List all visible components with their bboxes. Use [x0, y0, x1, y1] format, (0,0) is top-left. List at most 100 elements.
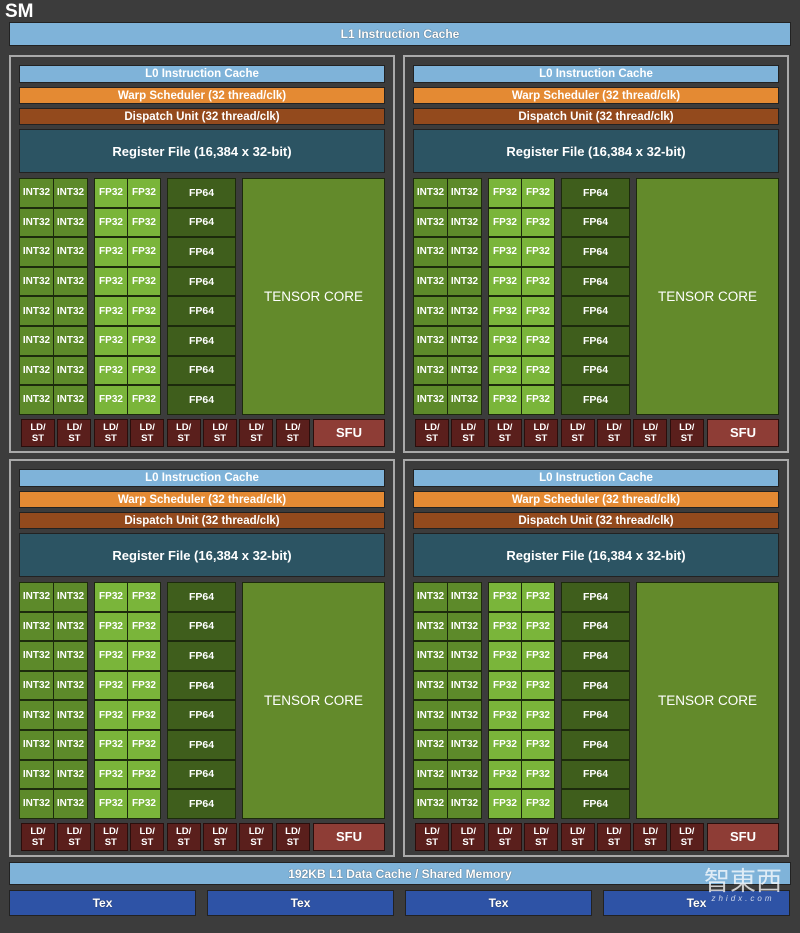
dispatch-unit: Dispatch Unit (32 thread/clk)	[413, 108, 779, 125]
l0-instruction-cache: L0 Instruction Cache	[413, 469, 779, 487]
ld-st-label-line2: ST	[425, 836, 439, 848]
fp32-unit: FP32	[94, 641, 128, 671]
fp64-unit: FP64	[561, 582, 630, 612]
sfu-unit: SFU	[313, 418, 385, 447]
int32-unit: INT32	[447, 611, 482, 642]
ld-st-label-line2: ST	[535, 836, 548, 848]
ld-st-label-line1: LD/	[139, 825, 155, 837]
ld-st-label-line1: LD/	[248, 421, 265, 433]
fp64-unit: FP64	[561, 700, 630, 730]
ld-st-unit: LD/ST	[275, 822, 310, 851]
register-file: Register File (16,384 x 32-bit)	[413, 533, 779, 577]
int32-unit: INT32	[447, 789, 482, 819]
fp64-unit: FP64	[167, 789, 236, 819]
warp-scheduler: Warp Scheduler (32 thread/clk)	[19, 491, 385, 508]
sfu-unit: SFU	[707, 822, 779, 851]
fp32-unit: FP32	[94, 759, 128, 790]
fp64-unit: FP64	[561, 641, 630, 671]
tex-unit: Tex	[207, 890, 394, 916]
fp32-unit: FP32	[94, 355, 128, 386]
ld-st-unit: LD/ST	[166, 822, 201, 851]
ld-st-label-line2: ST	[31, 836, 45, 848]
fp32-unit: FP32	[94, 266, 128, 297]
fp32-unit: FP32	[94, 789, 128, 819]
int32-unit: INT32	[53, 789, 88, 819]
ld-st-unit: LD/ST	[130, 418, 165, 447]
int32-unit: INT32	[447, 296, 482, 326]
int32-unit: INT32	[447, 730, 482, 760]
ld-st-label-line1: LD/	[30, 421, 46, 433]
fp64-unit: FP64	[167, 582, 236, 612]
ld-st-label-line1: LD/	[569, 421, 586, 433]
processing-block-bottom-left: L0 Instruction Cache Warp Scheduler (32 t…	[9, 459, 395, 857]
fp32-unit: FP32	[94, 385, 128, 415]
ld-st-unit: LD/ST	[166, 418, 201, 447]
processing-block-top-left: L0 Instruction Cache Warp Scheduler (32 t…	[9, 55, 395, 453]
fp32-unit: FP32	[94, 178, 128, 208]
warp-scheduler: Warp Scheduler (32 thread/clk)	[413, 491, 779, 508]
int32-unit: INT32	[447, 700, 482, 730]
fp64-unit: FP64	[167, 759, 236, 790]
ld-st-unit: LD/ST	[560, 418, 595, 447]
ld-st-label-line2: ST	[141, 432, 154, 444]
int32-unit: INT32	[447, 582, 482, 612]
fp64-unit: FP64	[167, 641, 236, 671]
int32-unit: INT32	[413, 582, 448, 612]
ld-st-unit: LD/ST	[130, 822, 165, 851]
watermark-logo: 智東西 zhidx.com	[704, 868, 782, 903]
fp64-unit: FP64	[561, 178, 630, 208]
fp32-unit: FP32	[521, 670, 555, 701]
fp32-unit: FP32	[521, 730, 555, 760]
int32-unit: INT32	[413, 730, 448, 760]
fp32-unit: FP32	[488, 296, 522, 326]
fp64-unit: FP64	[561, 266, 630, 297]
int32-unit: INT32	[19, 670, 54, 701]
int32-unit: INT32	[447, 759, 482, 790]
fp64-unit: FP64	[167, 178, 236, 208]
ld-st-unit: LD/ST	[415, 418, 449, 447]
warp-scheduler: Warp Scheduler (32 thread/clk)	[19, 87, 385, 104]
int32-unit: INT32	[53, 670, 88, 701]
ld-st-label-line1: LD/	[533, 825, 549, 837]
int32-unit: INT32	[447, 385, 482, 415]
ld-st-label-line1: LD/	[606, 825, 622, 837]
fp32-unit: FP32	[488, 355, 522, 386]
fp32-unit: FP32	[521, 266, 555, 297]
fp32-unit: FP32	[488, 582, 522, 612]
ld-st-label-line1: LD/	[103, 421, 119, 433]
tensor-core: TENSOR CORE	[242, 582, 385, 819]
int32-unit: INT32	[53, 355, 88, 386]
ld-st-unit: LD/ST	[21, 418, 55, 447]
ld-st-label-line1: LD/	[642, 825, 659, 837]
fp32-unit: FP32	[127, 730, 161, 760]
int32-unit: INT32	[53, 730, 88, 760]
fp64-unit: FP64	[561, 670, 630, 701]
int32-unit: INT32	[447, 207, 482, 238]
fp32-unit: FP32	[488, 700, 522, 730]
fp32-unit: FP32	[127, 611, 161, 642]
int32-unit: INT32	[53, 700, 88, 730]
ld-st-label-line2: ST	[425, 432, 439, 444]
fp32-unit: FP32	[127, 178, 161, 208]
int32-unit: INT32	[413, 385, 448, 415]
fp64-unit: FP64	[561, 730, 630, 760]
fp64-unit: FP64	[167, 355, 236, 386]
fp32-unit: FP32	[521, 759, 555, 790]
int32-unit: INT32	[447, 326, 482, 356]
int32-unit: INT32	[413, 759, 448, 790]
int32-unit: INT32	[19, 582, 54, 612]
int32-unit: INT32	[53, 759, 88, 790]
fp32-unit: FP32	[94, 296, 128, 326]
ld-st-label-line2: ST	[213, 836, 227, 848]
watermark-text: 智東西	[703, 866, 782, 896]
register-file: Register File (16,384 x 32-bit)	[19, 533, 385, 577]
ld-st-label-line1: LD/	[606, 421, 622, 433]
fp64-unit: FP64	[167, 326, 236, 356]
int32-unit: INT32	[53, 582, 88, 612]
dispatch-unit: Dispatch Unit (32 thread/clk)	[19, 108, 385, 125]
fp32-unit: FP32	[521, 789, 555, 819]
int32-unit: INT32	[19, 730, 54, 760]
ld-st-unit: LD/ST	[93, 822, 128, 851]
int32-unit: INT32	[447, 670, 482, 701]
ld-st-label-line1: LD/	[424, 421, 440, 433]
